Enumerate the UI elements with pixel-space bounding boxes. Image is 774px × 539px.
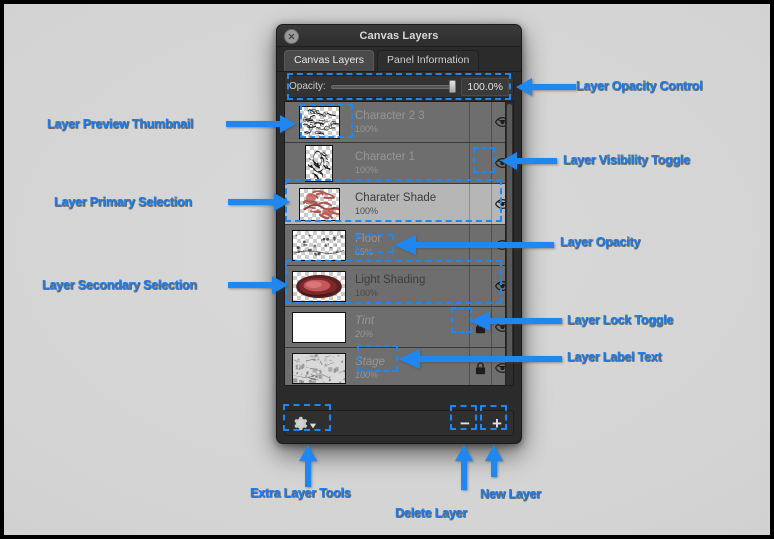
layer-toolbar: − + bbox=[284, 410, 514, 436]
caret-down-icon bbox=[309, 423, 317, 428]
layer-preview-thumbnail[interactable] bbox=[292, 229, 346, 261]
screenshot-root: Canvas Layers Canvas Layers Panel Inform… bbox=[0, 0, 774, 539]
plus-icon: + bbox=[492, 413, 502, 433]
layer-row[interactable]: Character 2 3 100% bbox=[285, 102, 513, 143]
layer-preview-thumbnail[interactable] bbox=[292, 352, 346, 384]
label-delete-layer: Delete Layer bbox=[395, 506, 467, 520]
opacity-slider-track bbox=[330, 84, 457, 89]
layer-thumbnail-cell[interactable] bbox=[285, 225, 353, 265]
opacity-value-field[interactable]: 100.0% bbox=[461, 77, 509, 96]
arrow-layer-visibility-toggle bbox=[501, 152, 557, 170]
layer-lock-toggle[interactable] bbox=[469, 266, 491, 306]
extra-layer-tools-button[interactable] bbox=[288, 413, 322, 433]
arrow-new-layer bbox=[485, 445, 503, 477]
layer-thumbnail-cell[interactable] bbox=[285, 143, 353, 183]
layer-opacity-text: 100% bbox=[355, 370, 379, 380]
label-layer-lock-toggle: Layer Lock Toggle bbox=[567, 313, 674, 327]
label-extra-layer-tools: Extra Layer Tools bbox=[250, 486, 351, 500]
label-new-layer: New Layer bbox=[480, 487, 541, 501]
panel-tabstrip: Canvas Layers Panel Information bbox=[277, 47, 521, 72]
layer-thumbnail-cell[interactable] bbox=[285, 266, 353, 306]
layer-thumbnail-cell[interactable] bbox=[285, 348, 353, 385]
tab-panel-information[interactable]: Panel Information bbox=[377, 50, 480, 71]
layer-row[interactable]: Character 1 100% bbox=[285, 143, 513, 184]
arrow-layer-primary-selection bbox=[228, 193, 290, 211]
label-layer-visibility-toggle: Layer Visibility Toggle bbox=[563, 153, 690, 167]
layer-info-cell: Charater Shade 100% bbox=[353, 184, 469, 224]
label-layer-preview-thumbnail: Layer Preview Thumbnail bbox=[47, 117, 194, 131]
label-layer-opacity: Layer Opacity bbox=[560, 235, 641, 249]
layer-opacity-text: 100% bbox=[355, 288, 379, 298]
arrow-layer-preview-thumbnail bbox=[226, 115, 296, 133]
layer-label-text[interactable]: Tint bbox=[355, 314, 469, 328]
layer-preview-thumbnail[interactable] bbox=[298, 187, 340, 221]
label-layer-opacity-control: Layer Opacity Control bbox=[576, 79, 703, 93]
layer-preview-thumbnail[interactable] bbox=[298, 105, 340, 139]
label-layer-label-text: Layer Label Text bbox=[567, 350, 662, 364]
arrow-layer-secondary-selection bbox=[228, 276, 288, 294]
layer-info-cell: Tint 20% bbox=[353, 307, 469, 347]
layer-thumbnail-cell[interactable] bbox=[285, 184, 353, 224]
arrow-delete-layer bbox=[455, 445, 473, 490]
layer-preview-thumbnail[interactable] bbox=[292, 311, 346, 343]
arrow-layer-opacity-control bbox=[516, 78, 576, 96]
layer-info-cell: Character 1 100% bbox=[353, 143, 469, 183]
layer-opacity-control: Opacity: 100.0% bbox=[284, 75, 514, 98]
layer-label-text[interactable]: Charater Shade bbox=[355, 191, 469, 205]
gear-icon bbox=[294, 416, 308, 430]
close-icon[interactable] bbox=[284, 29, 299, 44]
layer-label-text[interactable]: Character 2 3 bbox=[355, 109, 469, 123]
layer-lock-toggle[interactable] bbox=[469, 143, 491, 183]
panel-titlebar: Canvas Layers bbox=[277, 25, 521, 47]
arrow-layer-lock-toggle bbox=[470, 311, 562, 331]
layer-opacity-text: 20% bbox=[355, 329, 374, 339]
layer-opacity-text: 100% bbox=[355, 165, 379, 175]
layer-lock-toggle[interactable] bbox=[469, 184, 491, 224]
label-layer-secondary-selection: Layer Secondary Selection bbox=[42, 278, 197, 292]
minus-icon: − bbox=[460, 413, 470, 433]
tab-canvas-layers[interactable]: Canvas Layers bbox=[284, 50, 375, 71]
opacity-slider[interactable] bbox=[330, 80, 457, 94]
arrow-layer-label-text bbox=[398, 349, 562, 369]
layer-info-cell: Character 2 3 100% bbox=[353, 102, 469, 142]
layer-row[interactable]: Charater Shade 100% bbox=[285, 184, 513, 225]
canvas-layers-panel: Canvas Layers Canvas Layers Panel Inform… bbox=[276, 24, 522, 444]
layer-row[interactable]: Light Shading 100% bbox=[285, 266, 513, 307]
layer-info-cell: Light Shading 100% bbox=[353, 266, 469, 306]
opacity-slider-knob[interactable] bbox=[449, 80, 457, 93]
layer-label-text[interactable]: Character 1 bbox=[355, 150, 469, 164]
arrow-extra-layer-tools bbox=[299, 445, 317, 487]
layer-label-text[interactable]: Light Shading bbox=[355, 273, 469, 287]
arrow-layer-opacity bbox=[394, 235, 554, 255]
opacity-label: Opacity: bbox=[289, 81, 326, 92]
panel-title: Canvas Layers bbox=[359, 29, 439, 42]
label-layer-primary-selection: Layer Primary Selection bbox=[54, 195, 192, 209]
layer-opacity-text: 100% bbox=[355, 124, 379, 134]
layer-lock-toggle[interactable] bbox=[469, 102, 491, 142]
new-layer-button[interactable]: + bbox=[484, 413, 510, 433]
layer-preview-thumbnail[interactable] bbox=[292, 270, 346, 302]
delete-layer-button[interactable]: − bbox=[452, 413, 478, 433]
layer-opacity-text: 100% bbox=[355, 206, 379, 216]
layer-thumbnail-cell[interactable] bbox=[285, 307, 353, 347]
layer-preview-thumbnail[interactable] bbox=[305, 144, 333, 182]
